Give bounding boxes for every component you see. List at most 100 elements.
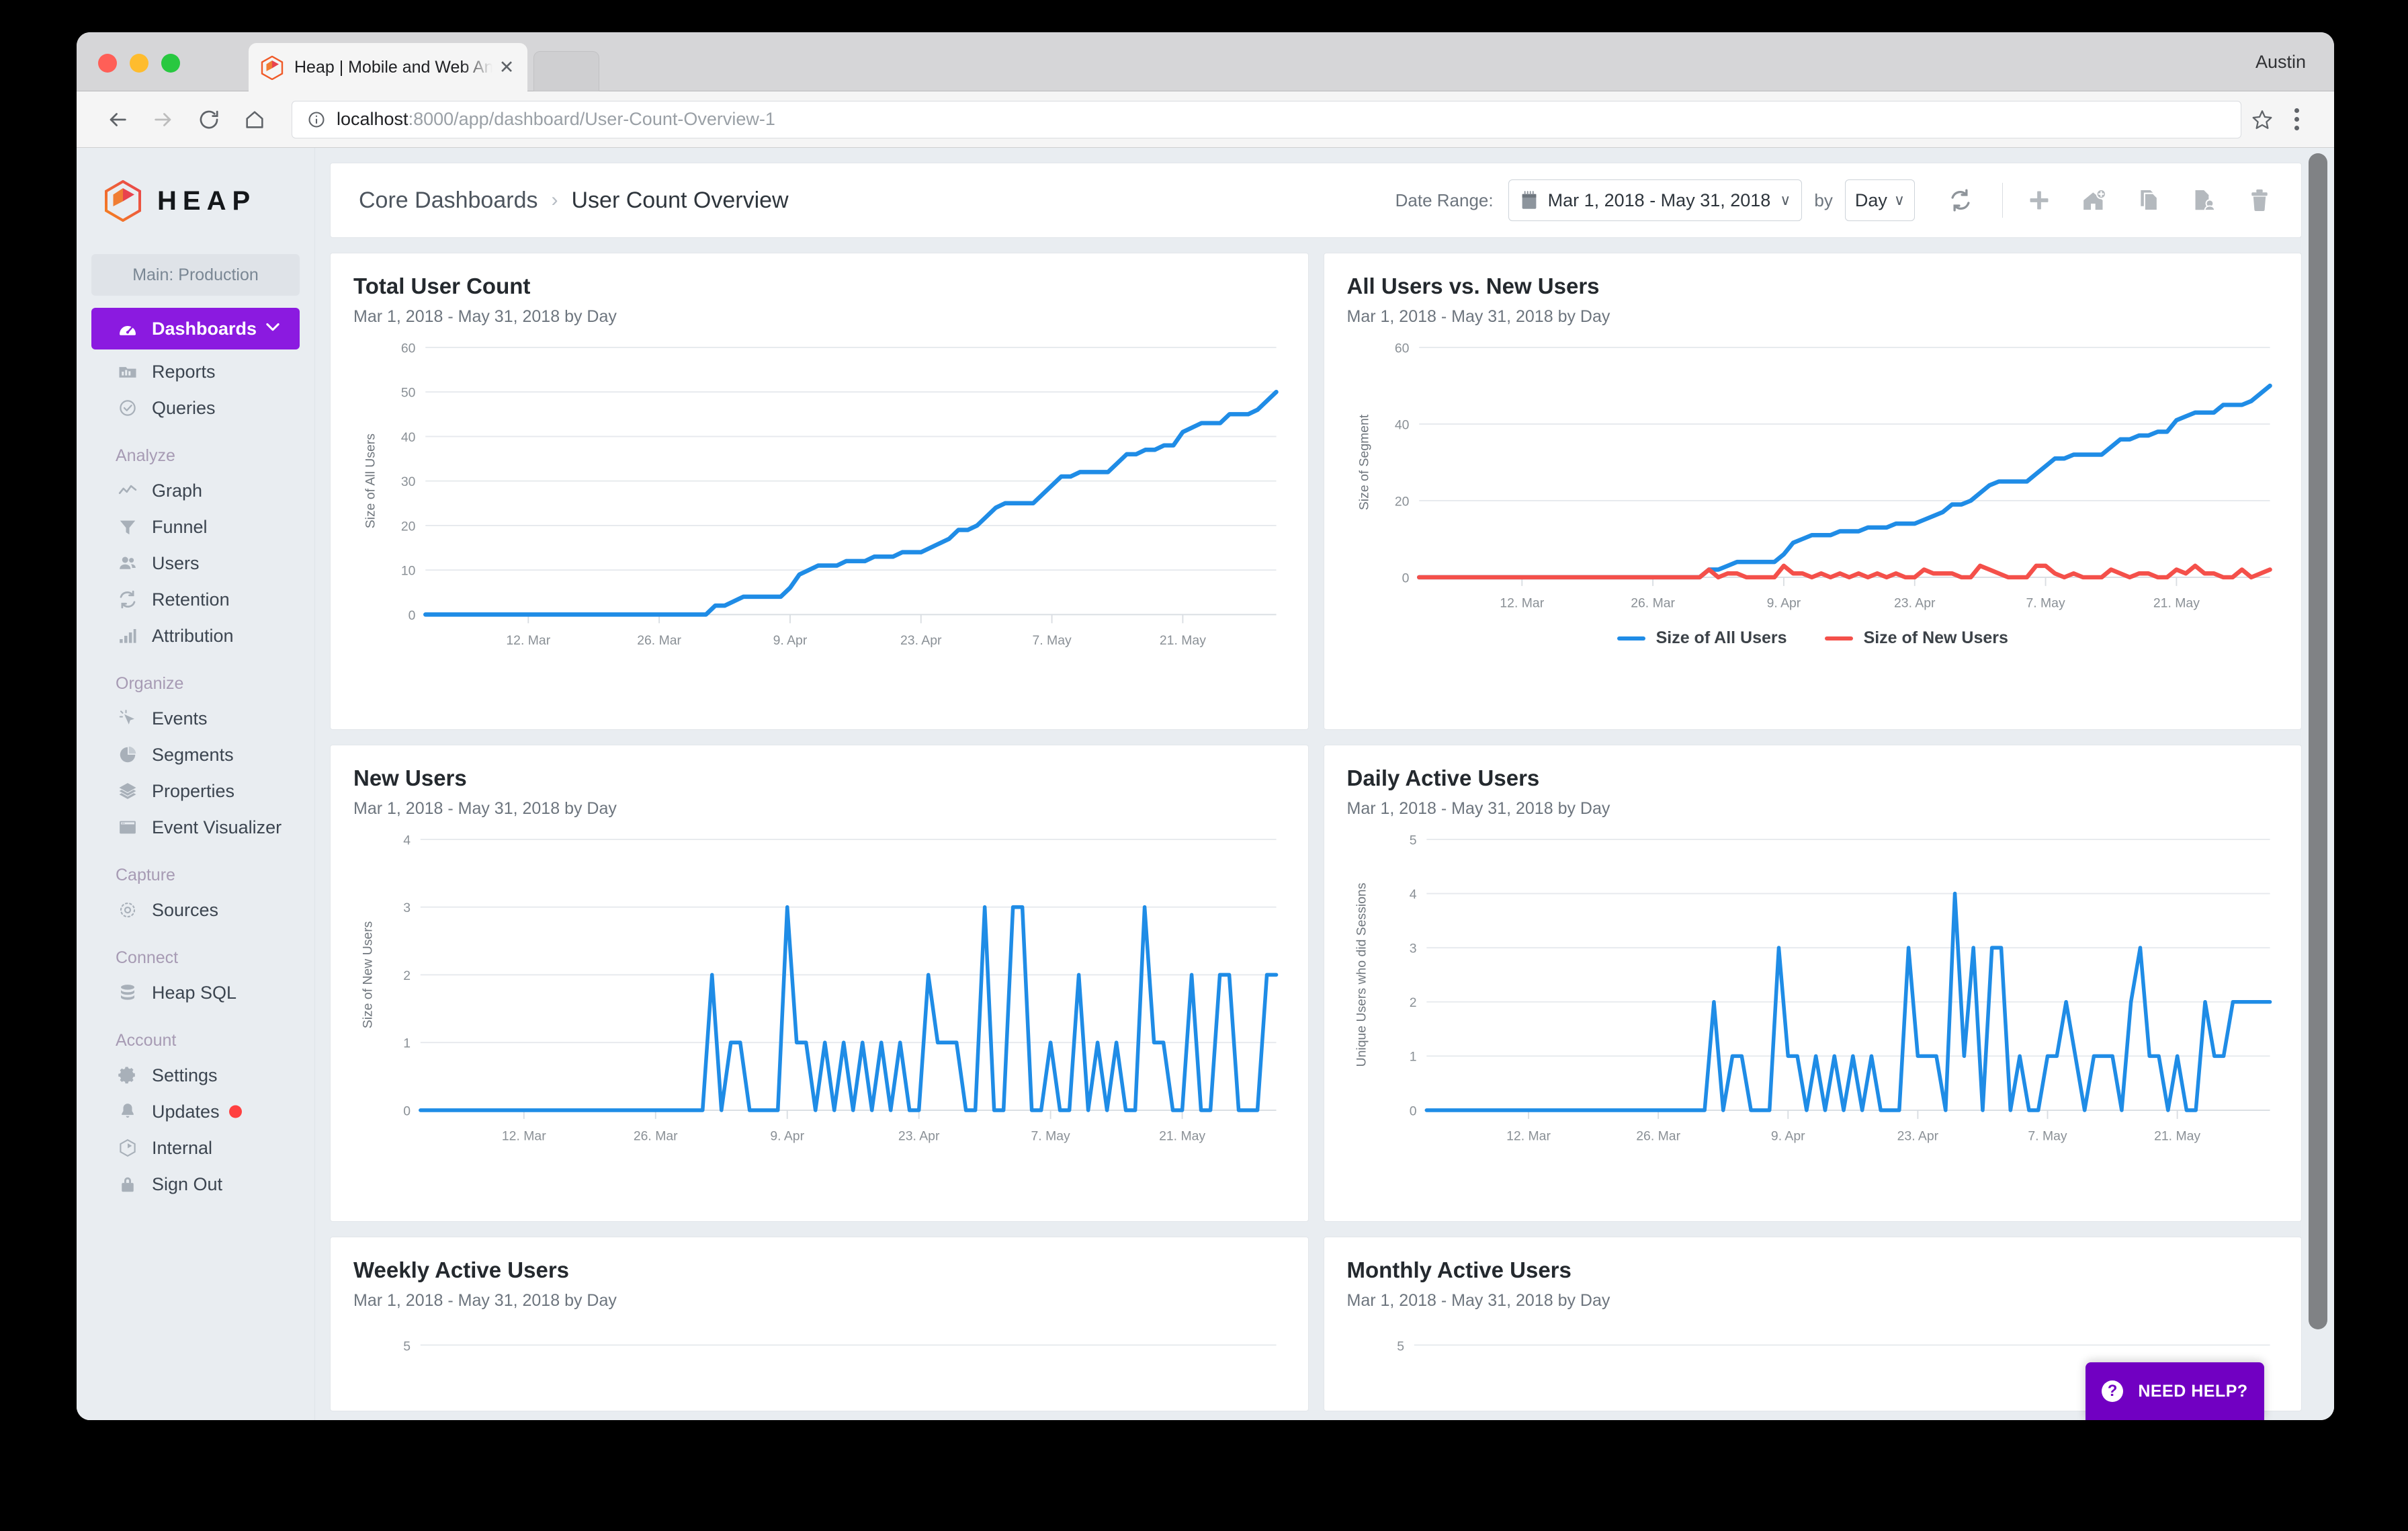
event-visualizer-icon (116, 817, 140, 837)
sidebar-item-label: Users (152, 552, 200, 573)
date-range-label: Date Range: (1395, 190, 1494, 210)
share-icon[interactable] (2186, 181, 2223, 219)
browser-tab[interactable]: Heap | Mobile and Web Analytics ✕ (249, 43, 527, 91)
sidebar-item-dashboards[interactable]: Dashboards (91, 308, 300, 349)
svg-text:5: 5 (403, 1339, 411, 1354)
svg-text:9. Apr: 9. Apr (770, 1128, 804, 1143)
svg-text:Unique Users who did Sessions: Unique Users who did Sessions (1354, 882, 1369, 1067)
date-range-value: Mar 1, 2018 - May 31, 2018 (1547, 190, 1771, 210)
minimize-window-button[interactable] (130, 54, 148, 73)
refresh-icon[interactable] (1942, 181, 1979, 219)
sidebar-item-queries[interactable]: Queries (91, 390, 300, 426)
dashboard-toolbar: Core Dashboards › User Count Overview Da… (330, 163, 2302, 238)
heap-logo[interactable]: HEAP (77, 172, 314, 230)
chart-plot-area[interactable]: 0 1 2 3 4 12. Mar 26. Mar 9. Apr 23. Apr 7. May 21… (353, 831, 1285, 1160)
date-range-picker[interactable]: Mar 1, 2018 - May 31, 2018 ∨ (1508, 179, 1803, 221)
chart-plot-area[interactable]: 0 1 2 3 4 5 12. Mar 26. Mar 9. Apr 23. Apr 7. May 2… (1347, 831, 2279, 1160)
chevron-down-icon[interactable] (263, 317, 282, 341)
interval-value: Day (1854, 190, 1887, 210)
browser-tab-title: Heap | Mobile and Web Analytics (294, 57, 497, 77)
interval-select[interactable]: Day ∨ (1844, 179, 1915, 221)
svg-text:7. May: 7. May (2028, 1128, 2067, 1143)
forward-button[interactable] (145, 101, 181, 138)
duplicate-icon[interactable] (2131, 181, 2168, 219)
sidebar-item-label: Properties (152, 780, 235, 801)
svg-text:0: 0 (1402, 571, 1409, 585)
breadcrumb-root[interactable]: Core Dashboards (359, 188, 538, 214)
svg-text:7. May: 7. May (2026, 595, 2065, 610)
svg-text:5: 5 (1397, 1339, 1404, 1354)
svg-text:50: 50 (401, 386, 416, 401)
sidebar-group-analyze: Analyze (116, 446, 175, 465)
sidebar-item-updates[interactable]: Updates (91, 1093, 300, 1130)
new-tab-button[interactable] (533, 51, 599, 91)
database-icon (116, 983, 140, 1003)
legend-item[interactable]: Size of New Users (1824, 628, 2008, 648)
close-tab-button[interactable]: ✕ (497, 57, 517, 77)
sidebar-group-organize: Organize (116, 674, 184, 693)
need-help-button[interactable]: ? NEED HELP? (2086, 1362, 2264, 1420)
sidebar-item-sign-out[interactable]: Sign Out (91, 1166, 300, 1202)
sidebar-item-label: Events (152, 708, 208, 729)
browser-menu-button[interactable] (2282, 101, 2311, 138)
svg-text:2: 2 (1409, 995, 1416, 1010)
legend-label: Size of New Users (1863, 628, 2008, 648)
reload-button[interactable] (191, 101, 227, 138)
sidebar-item-events[interactable]: Events (91, 700, 300, 737)
trash-icon[interactable] (2241, 181, 2278, 219)
sidebar-item-attribution[interactable]: Attribution (91, 618, 300, 654)
svg-text:7. May: 7. May (1032, 633, 1072, 648)
sidebar: HEAP Main: Production Dashboards Reports… (77, 148, 315, 1420)
sidebar-item-sources[interactable]: Sources (91, 892, 300, 928)
add-icon[interactable] (2020, 181, 2058, 219)
sidebar-item-heap-sql[interactable]: Heap SQL (91, 975, 300, 1011)
maximize-window-button[interactable] (161, 54, 180, 73)
site-info-icon[interactable] (307, 110, 326, 129)
svg-text:0: 0 (408, 608, 416, 623)
sidebar-item-properties[interactable]: Properties (91, 773, 300, 809)
sidebar-item-reports[interactable]: Reports (91, 354, 300, 390)
svg-text:1: 1 (403, 1036, 411, 1051)
sidebar-item-retention[interactable]: Retention (91, 581, 300, 618)
sidebar-group-capture: Capture (116, 866, 175, 884)
sidebar-item-graph[interactable]: Graph (91, 472, 300, 509)
vertical-scrollbar[interactable] (2309, 153, 2327, 1329)
add-home-icon[interactable] (2075, 181, 2113, 219)
home-button[interactable] (236, 101, 273, 138)
sidebar-item-label: Retention (152, 589, 230, 610)
close-window-button[interactable] (98, 54, 117, 73)
line-chart-svg: 0 1 2 3 4 12. Mar 26. Mar 9. Apr 23. Apr 7. May 21… (361, 833, 1279, 1143)
line-chart-svg: 0 1 2 3 4 5 12. Mar 26. Mar 9. Apr 23. Apr 7. May 2… (1354, 833, 2272, 1143)
sidebar-item-internal[interactable]: Internal (91, 1130, 300, 1166)
chart-plot-area[interactable]: 0 20 40 60 12. Mar 26. Mar 9. Apr 23. Apr 7. May… (1347, 339, 2279, 624)
chart-plot-area[interactable]: 0 10 20 30 40 50 60 12. Mar 26. Mar 9. Apr 23. Apr… (353, 339, 1285, 662)
sidebar-item-label: Event Visualizer (152, 817, 282, 837)
sidebar-item-settings[interactable]: Settings (91, 1057, 300, 1093)
svg-text:4: 4 (1409, 887, 1416, 902)
sidebar-item-users[interactable]: Users (91, 545, 300, 581)
environment-selector[interactable]: Main: Production (91, 254, 300, 296)
svg-text:9. Apr: 9. Apr (1766, 595, 1801, 610)
svg-text:21. May: 21. May (2154, 1128, 2200, 1143)
sidebar-item-funnel[interactable]: Funnel (91, 509, 300, 545)
updates-badge (229, 1105, 242, 1118)
browser-profile-name[interactable]: Austin (2255, 32, 2306, 91)
legend-item[interactable]: Size of All Users (1617, 628, 1787, 648)
chart-card-total-user-count: Total User Count Mar 1, 2018 - May 31, 2… (330, 253, 1309, 730)
chart-card-new-users: New Users Mar 1, 2018 - May 31, 2018 by … (330, 745, 1309, 1222)
chart-title: Weekly Active Users (353, 1257, 570, 1282)
bookmark-star-icon[interactable] (2251, 108, 2274, 131)
chart-plot-area[interactable]: 5 (353, 1323, 1285, 1397)
svg-text:20: 20 (1394, 494, 1409, 509)
svg-text:60: 60 (401, 341, 416, 356)
sidebar-item-event-visualizer[interactable]: Event Visualizer (91, 809, 300, 845)
svg-text:Size of New Users: Size of New Users (361, 921, 376, 1029)
chart-subtitle: Mar 1, 2018 - May 31, 2018 by Day (353, 307, 617, 326)
bell-icon (116, 1102, 140, 1122)
url-path: :8000/app/dashboard/User-Count-Overview-… (408, 109, 775, 129)
url-bar[interactable]: localhost:8000/app/dashboard/User-Count-… (292, 100, 2241, 138)
back-button[interactable] (99, 101, 136, 138)
chart-card-weekly-active-users: Weekly Active Users Mar 1, 2018 - May 31… (330, 1237, 1309, 1411)
sidebar-item-segments[interactable]: Segments (91, 737, 300, 773)
sidebar-item-label: Graph (152, 480, 203, 501)
